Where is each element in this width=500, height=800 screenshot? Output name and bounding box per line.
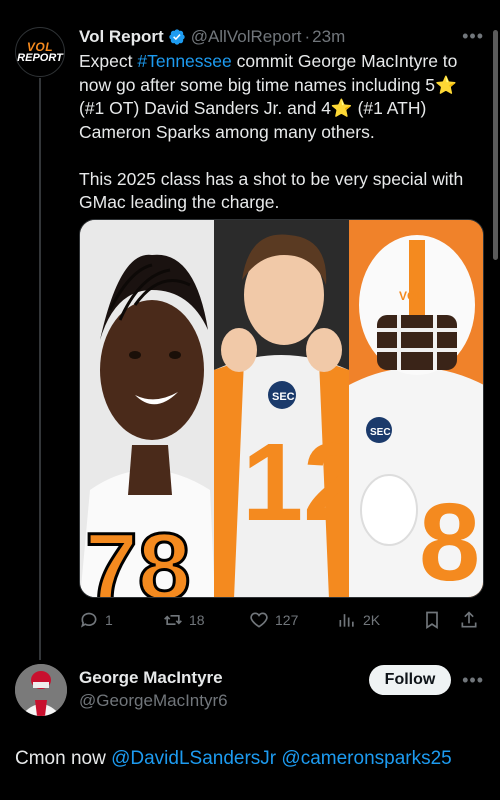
reply-more-options-icon[interactable]: ••• xyxy=(462,670,484,691)
tweet-time[interactable]: 23m xyxy=(312,27,345,47)
views-count: 2K xyxy=(363,612,381,628)
helmet-logo-text: VOL xyxy=(399,289,424,303)
reply-text-segment: Cmon now xyxy=(15,748,112,769)
star-emoji: ⭐ xyxy=(330,98,353,118)
hashtag-link[interactable]: #Tennessee xyxy=(137,51,231,71)
reply-count: 1 xyxy=(105,612,113,628)
follow-button[interactable]: Follow xyxy=(369,665,451,695)
reply-author-handle[interactable]: @GeorgeMacIntyr6 xyxy=(79,691,228,711)
player-photo-left: 78 xyxy=(80,220,215,597)
tweet-media-image[interactable]: 78 SEC 12 xyxy=(79,219,484,598)
avatar-logo-subtext: REPORT xyxy=(17,51,63,64)
bookmark-button[interactable] xyxy=(422,610,442,630)
author-avatar[interactable]: VOL REPORT xyxy=(15,27,65,77)
mention-link[interactable]: @DavidLSandersJr xyxy=(111,748,276,769)
reply-button[interactable]: 1 xyxy=(79,610,113,630)
jersey-number-middle: 12 xyxy=(242,421,348,544)
reply-author-avatar[interactable] xyxy=(15,664,67,716)
reply-author-name[interactable]: George MacIntyre xyxy=(79,668,223,688)
mention-link[interactable]: @cameronsparks25 xyxy=(281,748,451,769)
like-button[interactable]: 127 xyxy=(249,610,298,630)
views-chart-icon xyxy=(339,614,354,627)
time-separator: · xyxy=(304,27,311,46)
tweet-text: Expect #Tennessee commit George MacIntyr… xyxy=(79,50,484,215)
author-name[interactable]: Vol Report xyxy=(79,27,164,47)
avatar-logo-text: VOL xyxy=(26,39,54,54)
tweet-header: Vol Report @AllVolReport · 23m xyxy=(79,25,480,49)
scrollbar[interactable] xyxy=(493,30,498,260)
verified-badge-icon xyxy=(168,28,186,46)
share-icon xyxy=(461,611,477,628)
svg-text:SEC: SEC xyxy=(272,391,295,403)
thread-line xyxy=(39,78,41,660)
more-options-icon[interactable]: ••• xyxy=(462,26,484,47)
retweet-button[interactable]: 18 xyxy=(163,610,205,630)
svg-text:SEC: SEC xyxy=(370,427,391,438)
tweet-actions: 1 18 127 2K xyxy=(79,608,484,632)
jersey-number-left: 78 xyxy=(85,514,191,597)
jersey-number-right: 8 xyxy=(419,481,480,597)
player-photo-middle: SEC 12 xyxy=(214,220,349,597)
star-emoji: ⭐ xyxy=(435,74,457,95)
views-button[interactable]: 2K xyxy=(337,610,380,630)
share-button[interactable] xyxy=(459,610,479,630)
heart-icon xyxy=(250,612,268,628)
reply-icon xyxy=(80,612,97,628)
retweet-count: 18 xyxy=(189,612,205,628)
bookmark-icon xyxy=(426,611,438,630)
player-photo-right: VOL SEC 8 xyxy=(348,220,483,597)
reply-text: Cmon now @DavidLSandersJr @cameronsparks… xyxy=(15,748,452,770)
retweet-icon xyxy=(164,615,182,625)
author-handle[interactable]: @AllVolReport xyxy=(191,27,302,47)
tweet-text-segment: Expect xyxy=(79,51,138,71)
like-count: 127 xyxy=(275,612,299,628)
